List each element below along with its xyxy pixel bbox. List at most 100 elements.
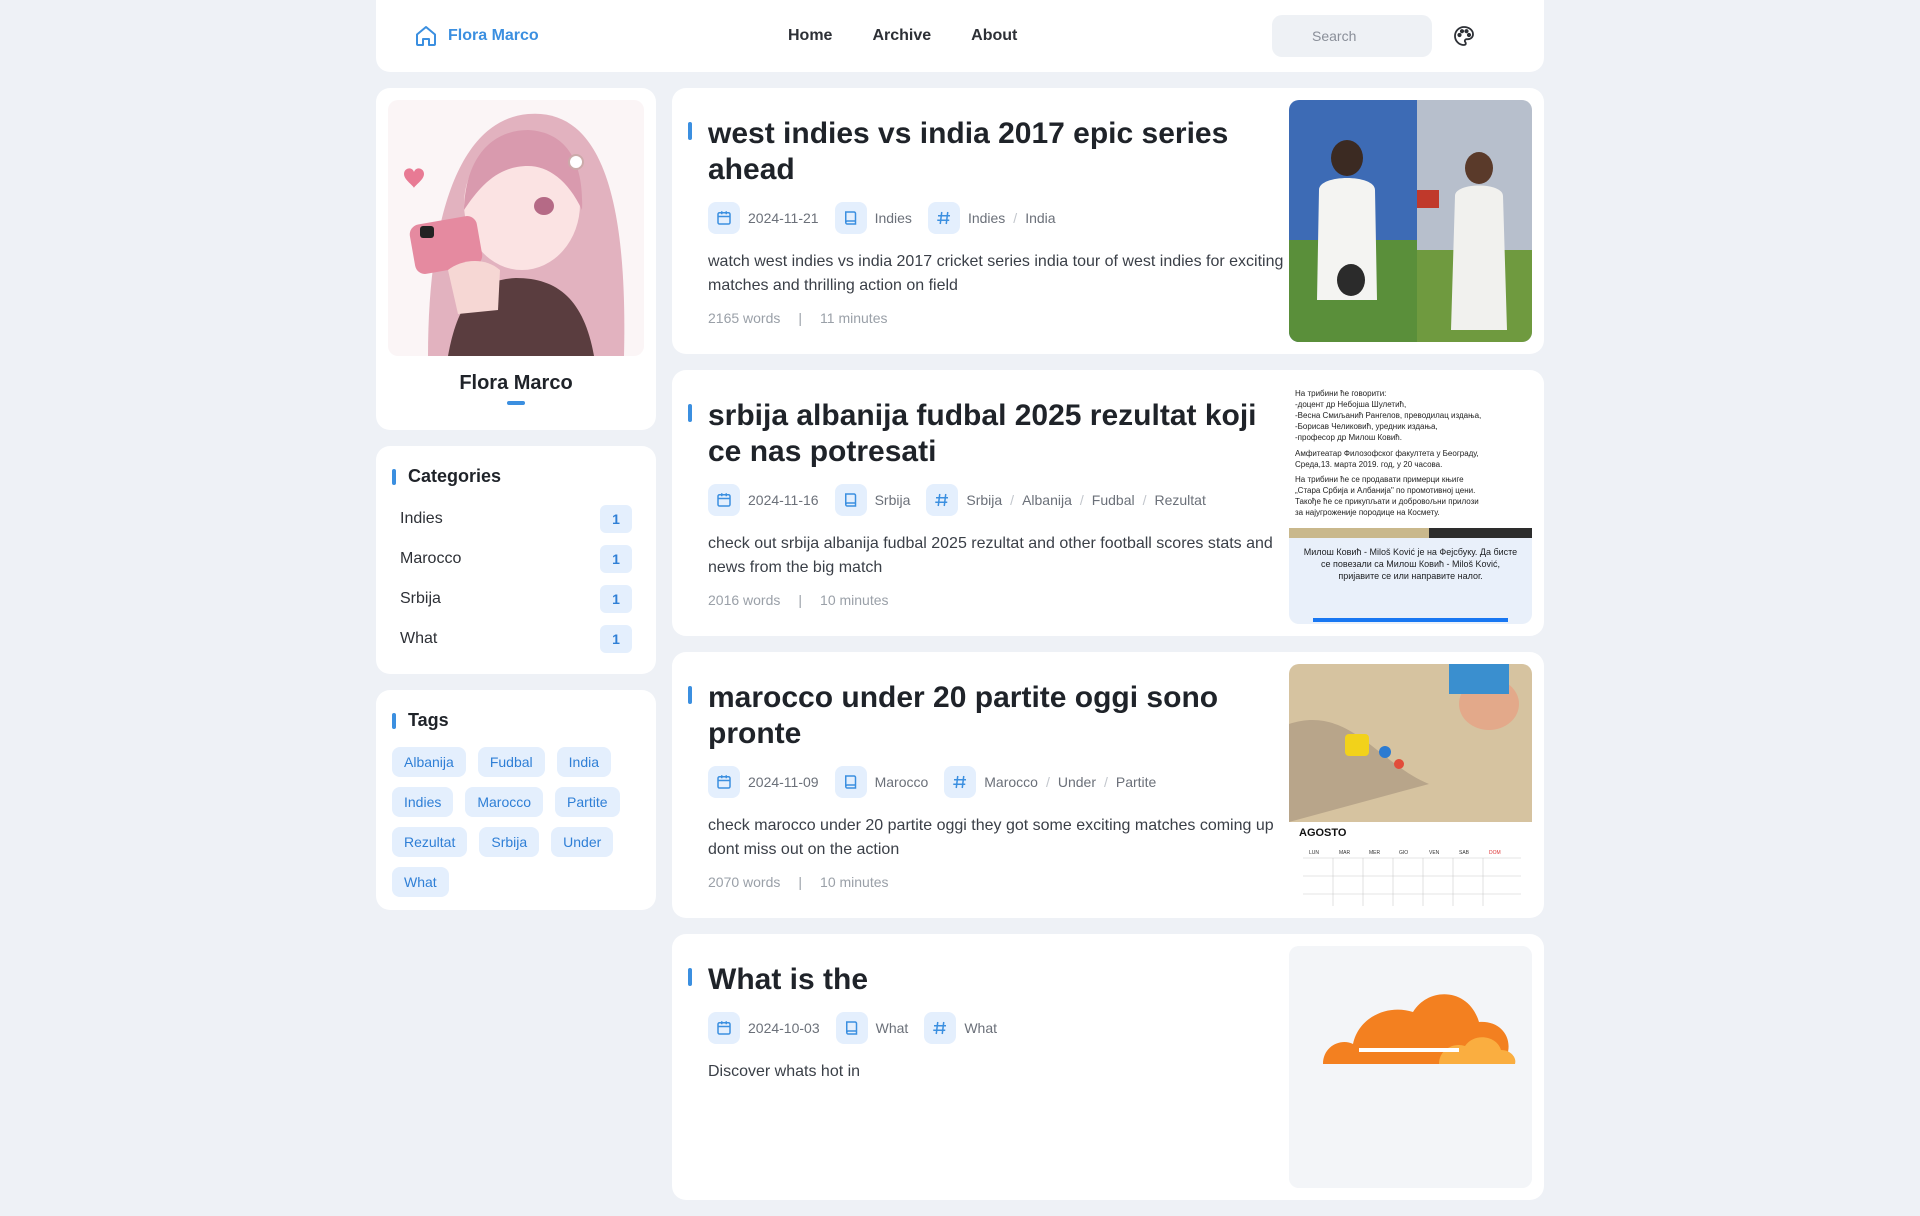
search-input[interactable] <box>1272 15 1432 57</box>
categories-card: Categories Indies 1 Marocco 1 Srbija 1 W… <box>376 446 656 674</box>
post-thumbnail[interactable] <box>1289 100 1532 342</box>
top-navbar: Flora Marco Home Archive About <box>376 0 1544 72</box>
post-meta: 2024-10-03 What What <box>688 1012 1288 1044</box>
post-tag-link[interactable]: Fudbal <box>1092 492 1135 508</box>
thumb-text-line: На трибини ће се продавати примерци књиг… <box>1295 475 1464 484</box>
profile-card: Flora Marco <box>376 88 656 430</box>
thumb-text-line: „Стара Србија и Албанија" по промотивној… <box>1295 486 1475 495</box>
post-date: 2024-10-03 <box>748 1020 820 1036</box>
post-card: What is the 2024-10-03 What What Discove… <box>672 934 1544 1200</box>
thumb-text-line: -доцент др Небојша Шулетић, <box>1295 400 1406 409</box>
post-date: 2024-11-16 <box>748 492 819 508</box>
nav-home[interactable]: Home <box>778 19 842 53</box>
category-count: 1 <box>600 625 632 653</box>
post-card: west indies vs india 2017 epic series ah… <box>672 88 1544 354</box>
calendar-icon <box>708 1012 740 1044</box>
post-tag-link[interactable]: Marocco <box>984 774 1038 790</box>
tag-indies[interactable]: Indies <box>392 787 454 817</box>
post-category-link[interactable]: What <box>876 1020 909 1036</box>
post-excerpt: check marocco under 20 partite oggi they… <box>708 817 1274 858</box>
calendar-icon <box>708 202 740 234</box>
profile-name: Flora Marco <box>459 372 573 394</box>
hash-icon <box>944 766 977 798</box>
post-card: srbija albanija fudbal 2025 rezultat koj… <box>672 370 1544 636</box>
read-time: 11 minutes <box>820 310 888 326</box>
tag-what[interactable]: What <box>392 867 449 897</box>
post-category-link[interactable]: Marocco <box>875 774 929 790</box>
post-tag-link[interactable]: What <box>964 1020 997 1036</box>
palette-icon[interactable] <box>1452 24 1476 48</box>
calendar-icon <box>708 484 740 516</box>
post-stats: 2070 words | 10 minutes <box>708 874 889 890</box>
brand-name: Flora Marco <box>448 27 539 44</box>
post-thumbnail[interactable]: На трибини ће говорити: -доцент др Небој… <box>1289 382 1532 624</box>
post-title[interactable]: What is the <box>688 962 1288 998</box>
category-label: Indies <box>400 510 443 527</box>
sidebar: Flora Marco Categories Indies 1 Marocco … <box>376 88 656 910</box>
post-date: 2024-11-21 <box>748 210 819 226</box>
post-category-link[interactable]: Indies <box>875 210 912 226</box>
category-count: 1 <box>600 505 632 533</box>
categories-title: Categories <box>392 466 640 487</box>
post-tag-link[interactable]: Srbija <box>966 492 1002 508</box>
category-item-indies[interactable]: Indies 1 <box>392 499 640 539</box>
tag-srbija[interactable]: Srbija <box>479 827 540 857</box>
thumb-text-line: -Весна Смиљанић Рангелов, преводилац изд… <box>1295 411 1481 420</box>
post-tag-link[interactable]: Partite <box>1116 774 1156 790</box>
avatar[interactable] <box>388 100 644 356</box>
category-item-what[interactable]: What 1 <box>392 619 640 659</box>
category-count: 1 <box>600 585 632 613</box>
book-icon <box>834 766 867 798</box>
post-card: marocco under 20 partite oggi sono pront… <box>672 652 1544 918</box>
post-tag-link[interactable]: Rezultat <box>1154 492 1205 508</box>
post-tag-link[interactable]: Under <box>1058 774 1096 790</box>
home-icon <box>416 26 436 46</box>
post-title[interactable]: marocco under 20 partite oggi sono pront… <box>688 680 1288 752</box>
profile-underline <box>507 401 525 405</box>
tag-under[interactable]: Under <box>551 827 614 857</box>
nav-about[interactable]: About <box>961 19 1027 53</box>
post-thumbnail[interactable] <box>1289 946 1532 1188</box>
read-time: 10 minutes <box>820 874 889 890</box>
book-icon <box>834 484 867 516</box>
calendar-day-label: DOM <box>1489 850 1501 856</box>
thumb-popup-text: Милош Ковић - Miloš Ković је на Фејсбуку… <box>1303 547 1518 581</box>
calendar-day-label: SAB <box>1459 850 1470 856</box>
post-tag-link[interactable]: Indies <box>968 210 1005 226</box>
category-label: Srbija <box>400 590 441 607</box>
hash-icon <box>927 202 960 234</box>
post-title[interactable]: srbija albanija fudbal 2025 rezultat koj… <box>688 398 1288 470</box>
post-excerpt: watch west indies vs india 2017 cricket … <box>708 253 1284 294</box>
post-tag-link[interactable]: India <box>1025 210 1055 226</box>
post-meta: 2024-11-09 Marocco Marocco / Under / Parti… <box>688 766 1288 798</box>
hash-icon <box>924 1012 957 1044</box>
tag-india[interactable]: India <box>556 747 611 777</box>
calendar-day-label: LUN <box>1309 850 1319 856</box>
post-date: 2024-11-09 <box>748 774 819 790</box>
post-thumbnail[interactable]: AGOSTO LUN MAR MER GIO VEN SAB DOM <box>1289 664 1532 906</box>
tags-card: Tags Albanija Fudbal India Indies Marocc… <box>376 690 656 910</box>
post-category-link[interactable]: Srbija <box>875 492 911 508</box>
tag-rezultat[interactable]: Rezultat <box>392 827 468 857</box>
thumb-text-line: -Борисав Челиковић, уредник издања, <box>1295 422 1438 431</box>
calendar-day-label: MAR <box>1339 850 1351 856</box>
word-count: 2070 words <box>708 874 781 890</box>
nav-archive[interactable]: Archive <box>862 19 941 53</box>
tag-marocco[interactable]: Marocco <box>465 787 544 817</box>
tag-albanija[interactable]: Albanija <box>392 747 466 777</box>
tag-partite[interactable]: Partite <box>555 787 620 817</box>
post-excerpt: check out srbija albanija fudbal 2025 re… <box>708 535 1273 576</box>
post-tag-link[interactable]: Albanija <box>1022 492 1072 508</box>
category-label: What <box>400 630 438 647</box>
category-item-marocco[interactable]: Marocco 1 <box>392 539 640 579</box>
brand-link[interactable]: Flora Marco <box>414 0 539 72</box>
calendar-month: AGOSTO <box>1299 827 1347 839</box>
post-title[interactable]: west indies vs india 2017 epic series ah… <box>688 116 1288 188</box>
post-stats: 2165 words | 11 minutes <box>708 310 888 326</box>
category-list: Indies 1 Marocco 1 Srbija 1 What 1 <box>392 499 640 659</box>
calendar-day-label: MER <box>1369 850 1381 856</box>
thumb-text-line: за најугроженије породице на Космету. <box>1295 508 1440 517</box>
main-nav: Home Archive About <box>778 0 1047 72</box>
tag-fudbal[interactable]: Fudbal <box>477 747 545 777</box>
category-item-srbija[interactable]: Srbija 1 <box>392 579 640 619</box>
